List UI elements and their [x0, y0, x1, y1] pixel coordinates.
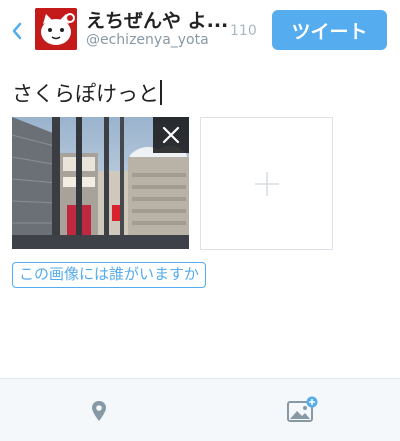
display-name: えちぜんや よ... [86, 10, 229, 32]
avatar[interactable] [35, 8, 77, 50]
add-image-icon [287, 396, 318, 422]
tweet-text: さくらぽけっと [12, 82, 159, 106]
add-photo-button[interactable] [200, 117, 333, 250]
text-cursor [160, 80, 162, 105]
tag-people-button[interactable]: この画像には誰がいますか [12, 262, 207, 288]
tweet-text-input[interactable]: さくらぽけっと [12, 78, 162, 108]
remove-photo-button[interactable] [153, 117, 189, 153]
location-button[interactable] [88, 399, 110, 423]
tweet-button[interactable]: ツイート [272, 10, 387, 50]
map-pin-icon [92, 401, 106, 421]
close-icon [162, 126, 180, 144]
compose-header: えちぜんや よ... @echizenya_yota 110 ツイート [0, 0, 400, 64]
character-count: 110 [230, 23, 257, 39]
bottom-toolbar [0, 378, 400, 441]
chevron-left-icon [12, 22, 22, 40]
back-button[interactable] [8, 20, 28, 42]
add-media-button[interactable] [286, 396, 318, 424]
plus-icon [254, 171, 279, 196]
username: @echizenya_yota [86, 32, 209, 48]
